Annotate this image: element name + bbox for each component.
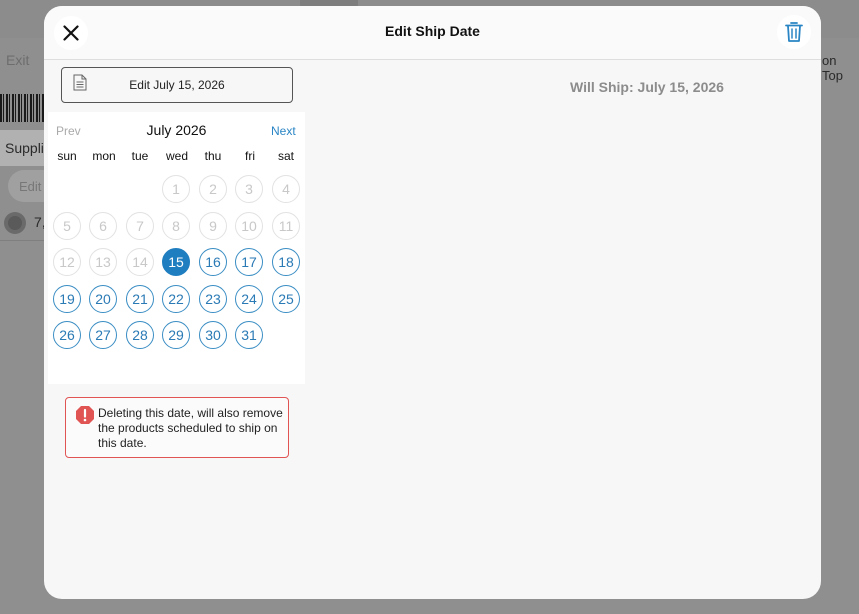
calendar-day: 9 [199,212,227,240]
calendar-day[interactable]: 23 [199,285,227,313]
calendar-day[interactable]: 20 [89,285,117,313]
calendar-day: 11 [272,212,300,240]
calendar-day[interactable]: 28 [126,321,154,349]
alert-icon [76,406,94,424]
weekday-header: fri [245,149,255,163]
edit-ship-date-modal: Edit Ship Date Edit July 15, 2026 Will S… [44,6,821,599]
calendar-day[interactable]: 29 [162,321,190,349]
calendar-day[interactable]: 25 [272,285,300,313]
calendar-day[interactable]: 18 [272,248,300,276]
modal-title: Edit Ship Date [385,23,480,39]
calendar-day: 12 [53,248,81,276]
calendar-day[interactable]: 15 [162,248,190,276]
calendar-day[interactable]: 22 [162,285,190,313]
background-on-top-label: on Top [822,53,843,83]
calendar-day: 10 [235,212,263,240]
weekday-header: sun [57,149,77,163]
barcode-icon [0,94,44,122]
modal-header: Edit Ship Date [44,6,821,60]
calendar-day: 8 [162,212,190,240]
background-edit-button: Edit [8,170,48,202]
calendar-day[interactable]: 17 [235,248,263,276]
calendar-day: 4 [272,175,300,203]
calendar-day: 13 [89,248,117,276]
background-supplier-label: Suppli [5,140,44,156]
calendar-day: 14 [126,248,154,276]
calendar-day[interactable]: 16 [199,248,227,276]
background-divider [0,240,44,241]
weekday-header: thu [204,149,222,163]
calendar-day[interactable]: 21 [126,285,154,313]
calendar-day[interactable]: 31 [235,321,263,349]
edit-date-label: Edit July 15, 2026 [129,78,225,92]
calendar-day: 1 [162,175,190,203]
warning-text: Deleting this date, will also remove the… [98,406,283,450]
calendar: Prev July 2026 Next sun mon tue wed thu … [48,112,305,384]
will-ship-label: Will Ship: July 15, 2026 [570,79,724,95]
weekday-header: wed [165,149,188,163]
calendar-day[interactable]: 30 [199,321,227,349]
background-radio-icon [4,212,26,234]
weekday-header: sat [277,149,294,163]
weekday-header: mon [92,149,116,163]
calendar-day: 2 [199,175,227,203]
weekday-header: tue [131,149,149,163]
calendar-day[interactable]: 27 [89,321,117,349]
next-month-button[interactable]: Next [271,124,296,138]
background-edit-label: Edit [19,179,42,194]
calendar-day: 3 [235,175,263,203]
trash-icon [785,22,803,42]
background-exit-button: Exit [6,52,30,68]
edit-date-field[interactable]: Edit July 15, 2026 [61,67,293,103]
calendar-day[interactable]: 26 [53,321,81,349]
calendar-month-title: July 2026 [146,122,207,138]
calendar-day[interactable]: 24 [235,285,263,313]
calendar-day: 7 [126,212,154,240]
calendar-day: 5 [53,212,81,240]
calendar-day: 6 [89,212,117,240]
delete-warning-box: Deleting this date, will also remove the… [65,397,289,458]
calendar-day[interactable]: 19 [53,285,81,313]
delete-date-button[interactable] [777,15,811,49]
